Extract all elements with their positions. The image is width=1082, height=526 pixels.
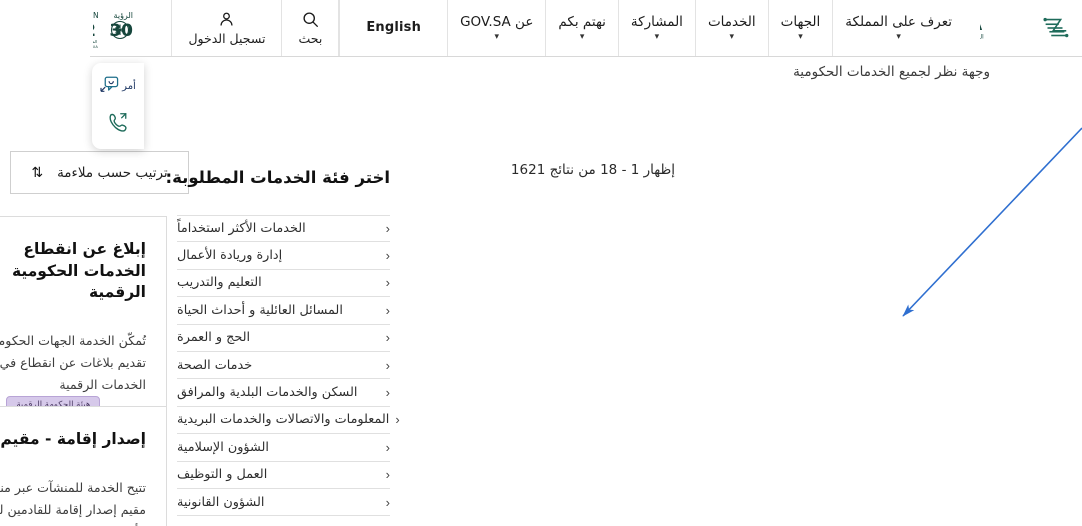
- nav-label: الخدمات: [707, 14, 756, 31]
- sidebar-item-label: المعلومات والاتصالات والخدمات البريدية: [177, 412, 390, 428]
- search-button[interactable]: بحث: [282, 0, 340, 56]
- page-root: GOV.SA المنصة الوطنية الموحدة تعرف على ا…: [0, 0, 1082, 526]
- language-toggle[interactable]: English: [339, 0, 447, 56]
- sidebar-item-0[interactable]: الخدمات الأكثر استخداماً ‹: [177, 215, 390, 243]
- chevron-down-icon: ▾: [896, 31, 901, 42]
- nav-item-4[interactable]: نهتم بكم ▾: [545, 0, 618, 56]
- service-card[interactable]: إبلاغ عن انقطاع الخدمات الحكومية الرقمية…: [0, 217, 166, 407]
- svg-text:المنصة الوطنية الموحدة: المنصة الوطنية الموحدة: [980, 34, 984, 40]
- service-card[interactable]: إصدار إقامة - مقيم تتيح الخدمة للمنشآت ع…: [0, 407, 166, 526]
- sort-updown-icon: ⇅: [31, 164, 44, 181]
- site-header: GOV.SA المنصة الوطنية الموحدة تعرف على ا…: [90, 0, 1082, 57]
- search-label: بحث: [298, 30, 323, 46]
- sidebar-item-label: العمل و التوظيف: [177, 467, 268, 483]
- sidebar-item-label: الحج و العمرة: [177, 330, 251, 346]
- chevron-down-icon: ▾: [729, 31, 735, 42]
- chevron-down-icon: ▾: [494, 31, 499, 42]
- sidebar-item-3[interactable]: المسائل العائلية و أحداث الحياة ‹: [177, 297, 390, 325]
- phone-callback-icon: [107, 111, 129, 136]
- sidebar-item-label: خدمات الصحة: [177, 357, 253, 373]
- sidebar-item-label: الخدمات الأكثر استخداماً: [177, 221, 306, 237]
- vision-2030-logo[interactable]: VISION الرؤية 2 30 المملكة العربية السعو…: [79, 0, 173, 56]
- nav-item-2[interactable]: الخدمات ▾: [694, 0, 768, 56]
- sidebar-item-2[interactable]: التعليم والتدريب ‹: [177, 270, 390, 298]
- chevron-left-icon: ‹: [385, 330, 390, 346]
- chevron-left-icon: ‹: [385, 248, 390, 264]
- chevron-down-icon: ▾: [798, 31, 803, 42]
- sidebar-item-8[interactable]: الشؤون الإسلامية ‹: [177, 434, 390, 462]
- chevron-left-icon: ‹: [385, 467, 390, 483]
- sidebar-item-9[interactable]: العمل و التوظيف ‹: [177, 462, 390, 489]
- annotation-arrow: [902, 127, 1082, 317]
- sidebar-item-label: التعليم والتدريب: [177, 275, 262, 291]
- sort-label: ترتيب حسب ملاءمة: [57, 164, 168, 181]
- chevron-left-icon: ‹: [385, 357, 390, 373]
- chevron-left-icon: ‹: [385, 302, 390, 318]
- nav-label: المشاركة: [630, 14, 683, 31]
- sidebar-item-label: الشؤون الإسلامية: [177, 439, 269, 455]
- sidebar-item-6[interactable]: السكن والخدمات البلدية والمرافق ‹: [177, 379, 390, 407]
- sidebar-item-5[interactable]: خدمات الصحة ‹: [177, 352, 390, 380]
- chevron-left-icon: ‹: [385, 275, 390, 291]
- page-tagline: وجهة نظر لجميع الخدمات الحكومية: [793, 64, 990, 80]
- card-title: إصدار إقامة - مقيم: [0, 430, 146, 448]
- nav-label: عن GOV.SA: [460, 14, 534, 31]
- chevron-left-icon: ‹: [385, 221, 390, 237]
- language-label: English: [366, 19, 422, 35]
- sidebar-item-label: إدارة وريادة الأعمال: [177, 248, 283, 264]
- chevron-down-icon: ▾: [654, 31, 660, 42]
- nav-item-5[interactable]: عن GOV.SA ▾: [447, 0, 545, 56]
- nav-label: نهتم بكم: [558, 14, 606, 31]
- service-card-grid: إبلاغ عن انقطاع الخدمات الحكومية الرقمية…: [0, 216, 167, 526]
- sidebar-item-4[interactable]: الحج و العمرة ‹: [177, 325, 390, 352]
- sidebar-item-10[interactable]: الشؤون القانونية ‹: [177, 489, 390, 517]
- chevron-left-icon: ‹: [385, 439, 390, 455]
- results-count: إظهار 1 - 18 من نتائج 1621: [510, 162, 675, 178]
- chevron-down-icon: ▾: [579, 31, 585, 42]
- chevron-left-icon: ‹: [385, 385, 390, 401]
- chat-bubble-icon: [100, 76, 119, 97]
- call-button[interactable]: [107, 111, 129, 136]
- search-icon: [302, 11, 319, 28]
- login-button[interactable]: تسجيل الدخول: [172, 0, 283, 56]
- category-list: الخدمات الأكثر استخداماً ‹ إدارة وريادة …: [177, 215, 400, 517]
- card-description: تتيح الخدمة للمنشآت عبر منصة مقيم إصدار …: [0, 479, 146, 526]
- sidebar-item-label: السكن والخدمات البلدية والمرافق: [177, 385, 358, 401]
- card-title: إبلاغ عن انقطاع الخدمات الحكومية الرقمية: [11, 240, 146, 302]
- nav-label: تعرف على المملكة: [845, 14, 952, 31]
- svg-text:VISION: VISION: [93, 11, 99, 20]
- login-label: تسجيل الدخول: [188, 30, 266, 46]
- sidebar-item-7[interactable]: المعلومات والاتصالات والخدمات البريدية ‹: [177, 407, 400, 435]
- chevron-left-icon: ‹: [385, 494, 390, 510]
- nav-item-3[interactable]: المشاركة ▾: [617, 0, 695, 56]
- card-description: تُمكّن الخدمة الجهات الحكومية من تقديم ب…: [0, 333, 146, 393]
- card-agency-badge: هيئة الحكومة الرقمية: [6, 396, 101, 406]
- sidebar-item-1[interactable]: إدارة وريادة الأعمال ‹: [177, 242, 390, 270]
- header-utilities: بحث تسجيل الدخول VISION الرؤية 2 30: [79, 0, 340, 56]
- user-icon: [218, 11, 235, 28]
- chevron-left-icon: ‹: [395, 412, 400, 428]
- chat-label: أمر: [122, 81, 136, 92]
- contact-widget[interactable]: أمر: [92, 63, 144, 149]
- page-title: اختر فئة الخدمات المطلوبة:: [165, 168, 390, 187]
- svg-text:GOV.SA: GOV.SA: [980, 19, 983, 34]
- govsa-logo[interactable]: GOV.SA المنصة الوطنية الموحدة: [964, 0, 1082, 56]
- svg-text:KINGDOM OF SAUDI ARABIA: KINGDOM OF SAUDI ARABIA: [93, 45, 98, 49]
- primary-nav: تعرف على المملكة ▾ الجهات ▾ الخدمات ▾ ال…: [339, 0, 964, 56]
- chat-button[interactable]: أمر: [100, 76, 136, 97]
- sidebar-item-label: الشؤون القانونية: [177, 494, 265, 510]
- nav-item-1[interactable]: الجهات ▾: [767, 0, 833, 56]
- svg-text:2: 2: [93, 21, 96, 41]
- sort-button[interactable]: ترتيب حسب ملاءمة ⇅: [10, 151, 189, 194]
- svg-text:المملكة العربية السعودية: المملكة العربية السعودية: [93, 39, 97, 44]
- nav-item-0[interactable]: تعرف على المملكة ▾: [832, 0, 964, 56]
- sidebar-item-label: المسائل العائلية و أحداث الحياة: [177, 302, 343, 318]
- nav-label: الجهات: [780, 14, 821, 31]
- svg-text:الرؤية: الرؤية: [114, 11, 133, 20]
